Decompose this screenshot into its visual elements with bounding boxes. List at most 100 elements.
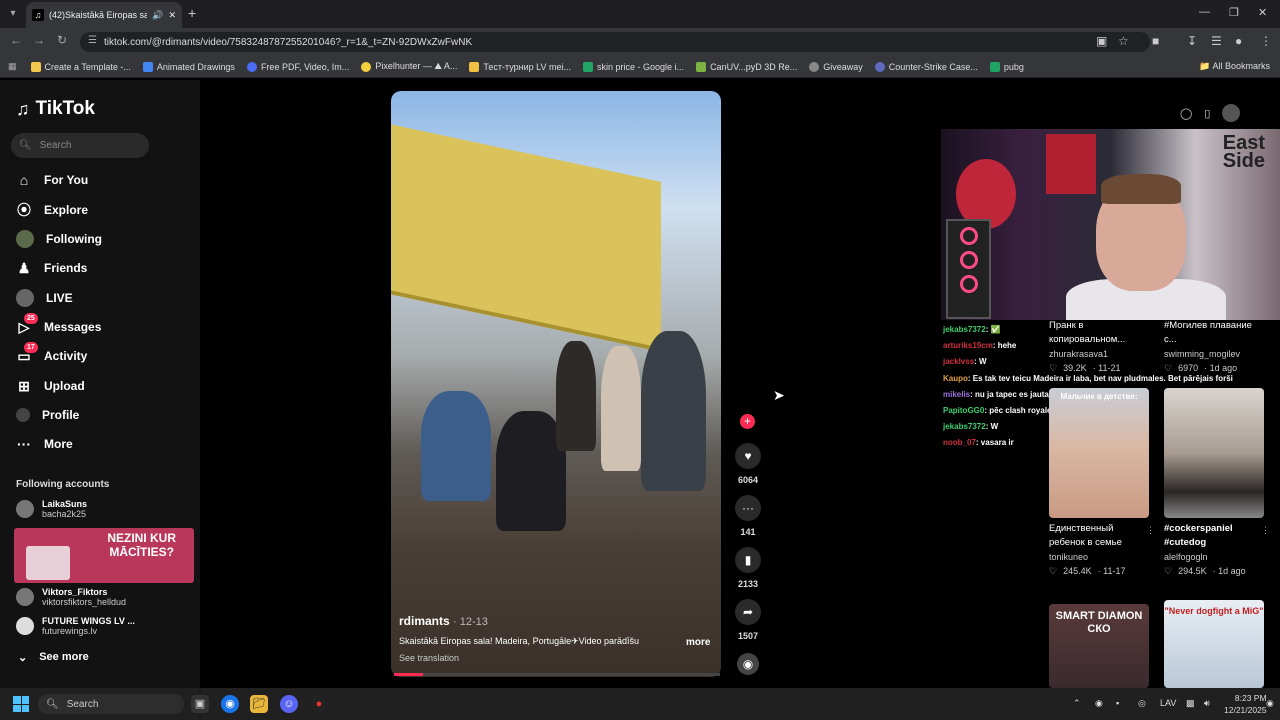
video-card[interactable]: Мальчик в детстве: ⋮ Единственный ребено… <box>1049 388 1155 578</box>
video-card[interactable]: ⋮ #cockerspaniel #cutedog alelfogogln ♡ 2… <box>1164 388 1270 578</box>
device-icon[interactable]: ▯ <box>1204 107 1210 120</box>
media-icon[interactable]: ☰ <box>1211 34 1222 48</box>
url-field[interactable]: tiktok.com/@rdimants/video/7583248787255… <box>80 32 1150 52</box>
taskbar-clock[interactable]: 8:23 PM 12/21/2025 <box>1224 692 1267 716</box>
coin-icon[interactable]: ◯ <box>1180 107 1192 120</box>
download-icon[interactable]: ↧ <box>1187 34 1197 48</box>
card-stats: ♡ 294.5K · 1d ago <box>1164 566 1246 576</box>
bookmark-icon <box>696 61 707 72</box>
bookmark-item[interactable]: CanUV...pyD 3D Re... <box>696 61 797 72</box>
video-progress-bar[interactable] <box>394 673 720 676</box>
bookmark-item[interactable]: Giveaway <box>809 61 863 72</box>
nav-for-you[interactable]: ⌂ For You <box>16 169 88 191</box>
following-account[interactable]: LaikaSuns bacha2k25 <box>16 499 87 519</box>
video-player[interactable] <box>391 91 721 677</box>
apps-grid-icon[interactable]: ▦ <box>8 61 17 72</box>
bookmark-item[interactable]: Free PDF, Video, Im... <box>246 61 349 72</box>
tray-network-icon[interactable]: ▪ <box>1116 698 1119 708</box>
volume-icon[interactable]: 🔊︎ <box>1204 698 1210 709</box>
browser-tab[interactable]: ♫ (42)Skaistākā Eiropas sala! M 🔊 ✕ <box>26 2 182 28</box>
install-app-icon[interactable]: ▣ <box>1096 34 1107 48</box>
new-tab-button[interactable]: + <box>188 5 196 21</box>
file-explorer-icon[interactable]: 📁︎ <box>250 695 268 713</box>
app-icon[interactable]: ● <box>310 695 328 713</box>
chrome-icon[interactable]: ◉ <box>221 695 239 713</box>
card-menu-icon[interactable]: ⋮ <box>1146 525 1155 536</box>
caption-more-button[interactable]: more <box>686 637 710 648</box>
notification-bell-icon[interactable]: ◉ <box>1266 698 1274 709</box>
nav-friends[interactable]: ♟ Friends <box>16 257 88 279</box>
sound-disc[interactable]: ◉ <box>734 653 762 675</box>
nav-more[interactable]: ··· More <box>16 433 73 455</box>
chat-line: PapitoGG0: pēc clash royale ginms offa? <box>943 406 1100 415</box>
chevron-down-icon: ⌄ <box>18 652 28 664</box>
minimize-icon[interactable]: — <box>1199 6 1210 18</box>
tray-chevron-icon[interactable]: ⌃ <box>1073 698 1081 709</box>
task-view-icon[interactable]: ▣ <box>191 695 209 713</box>
nav-profile[interactable]: Profile <box>16 404 79 426</box>
more-icon: ··· <box>17 436 31 452</box>
avatar[interactable] <box>1222 104 1241 122</box>
webcam-hair <box>1101 174 1181 204</box>
following-account[interactable]: FUTURE WINGS LV ... futurewings.lv <box>16 616 135 636</box>
tab-search-icon[interactable]: ▾ <box>4 5 22 23</box>
site-info-icon[interactable]: ☰ <box>88 35 97 46</box>
share-action[interactable]: ➦ 1507 <box>734 599 762 641</box>
maximize-icon[interactable]: ❐ <box>1229 6 1239 19</box>
video-author-line[interactable]: rdimants · 12-13 <box>399 612 488 630</box>
bookmark-item[interactable]: skin price - Google i... <box>583 61 684 72</box>
promo-banner[interactable]: NEZINI KUR MĀCĪTIES? <box>14 528 194 583</box>
card-stats: ♡ 6970 · 1d ago <box>1164 363 1238 373</box>
tab-close-icon[interactable]: ✕ <box>168 10 176 21</box>
card-menu-icon[interactable]: ⋮ <box>1261 525 1270 536</box>
like-action[interactable]: ♥ 6064 <box>734 443 762 485</box>
video-card[interactable]: SMART DIAMON СКО <box>1049 604 1149 688</box>
avatar <box>16 408 30 422</box>
nav-messages[interactable]: ▷ 25 Messages <box>16 313 101 338</box>
bookmark-item[interactable]: Create a Template -... <box>30 61 131 72</box>
close-window-icon[interactable]: ✕ <box>1258 6 1267 19</box>
microphone-icon[interactable]: ◎ <box>1138 698 1146 709</box>
following-account[interactable]: Viktors_Fiktors viktorsfiktors_helldud <box>16 587 126 607</box>
reload-icon[interactable]: ↻ <box>57 33 67 47</box>
profile-avatar[interactable]: ● <box>1235 34 1242 48</box>
tiktok-logo[interactable]: ♫ TikTok <box>16 98 95 120</box>
card-thumbnail: "Never dogfight a MiG" <box>1164 600 1264 688</box>
bookmark-item[interactable]: Animated Drawings <box>142 61 235 72</box>
comment-action[interactable]: ··· 141 <box>734 495 762 537</box>
bookmark-star-icon[interactable]: ☆ <box>1118 34 1129 48</box>
speaker-icon[interactable]: 🔊 <box>152 10 163 21</box>
card-user: swimming_mogilev <box>1164 349 1241 359</box>
nav-activity[interactable]: ▭ 17 Activity <box>16 342 87 367</box>
tiktok-favicon-icon: ♫ <box>32 9 44 21</box>
all-bookmarks[interactable]: 📁 All Bookmarks <box>1199 61 1270 72</box>
tray-app-icon[interactable]: ◉ <box>1095 698 1103 709</box>
nav-following[interactable]: Following <box>16 228 102 250</box>
video-card[interactable]: #Могилев плавание с... swimming_mogilev … <box>1164 315 1264 375</box>
see-more-button[interactable]: ⌄ See more <box>18 651 89 664</box>
search-input[interactable]: 🔍︎ Search <box>11 133 149 158</box>
wifi-icon[interactable]: ▩ <box>1186 698 1195 709</box>
nav-explore[interactable]: ⦿ Explore <box>16 199 88 221</box>
follow-plus-button[interactable]: + <box>740 414 755 429</box>
nav-live[interactable]: LIVE <box>16 287 73 309</box>
heart-icon: ♡ <box>1164 363 1173 373</box>
video-card[interactable]: Пранк в копировальном... zhurakrasava1 ♡… <box>1049 315 1149 375</box>
extensions-icon[interactable]: ■ <box>1152 34 1159 48</box>
bookmark-item[interactable]: Pixelhunter — ⛰ A... <box>361 61 457 72</box>
windows-start-icon[interactable] <box>13 696 29 712</box>
discord-icon[interactable]: ☺ <box>280 695 298 713</box>
bookmark-item[interactable]: pubg <box>989 61 1024 72</box>
keyboard-language[interactable]: LAV <box>1160 698 1176 708</box>
see-translation-link[interactable]: See translation <box>399 653 459 663</box>
save-action[interactable]: ▮ 2133 <box>734 547 762 589</box>
nav-upload[interactable]: ⊞ Upload <box>16 375 85 397</box>
video-card[interactable]: "Never dogfight a MiG" <box>1164 600 1264 688</box>
bookmark-item[interactable]: Counter-Strike Case... <box>874 61 978 72</box>
menu-kebab-icon[interactable]: ⋮ <box>1260 34 1272 48</box>
bookmark-item[interactable]: Тест-турнир LV mei... <box>469 61 571 72</box>
taskbar-search[interactable]: 🔍︎ Search <box>38 694 184 714</box>
forward-icon[interactable]: → <box>33 33 45 47</box>
card-thumbnail <box>1164 388 1264 518</box>
back-icon[interactable]: ← <box>10 33 22 47</box>
